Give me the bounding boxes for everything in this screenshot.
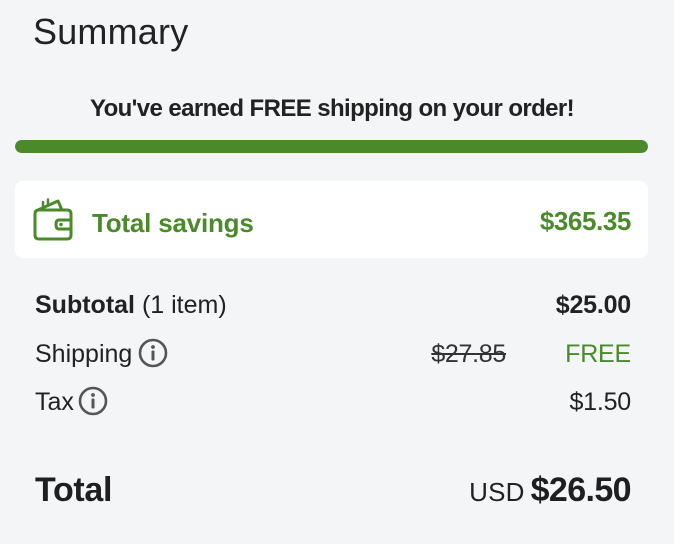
free-shipping-progress-fill [15,140,648,153]
free-shipping-message: You've earned FREE shipping on your orde… [89,95,575,122]
subtotal-row: Subtotal (1 item) $25.00 [35,287,631,323]
total-savings-label: Total savings [92,208,254,238]
summary-title: Summary [33,11,189,52]
shipping-info-icon[interactable] [138,338,168,368]
tax-info-icon[interactable] [78,386,108,416]
tax-label: Tax [35,388,74,416]
total-amount: USD $26.50 [469,468,632,519]
total-row: Total USD $26.50 [35,468,632,512]
total-savings-card: Total savings $365.35 [15,181,648,258]
free-shipping-progress-bar [15,140,648,153]
wallet-icon [32,198,74,242]
shipping-value: FREE [565,340,631,368]
total-label: Total [35,471,113,509]
shipping-row: Shipping $27.85 FREE [35,336,631,372]
subtotal-label-group: Subtotal (1 item) [35,287,227,323]
total-savings-value: $365.35 [539,206,632,236]
tax-label-group: Tax [35,384,108,420]
total-value: $26.50 [530,471,632,509]
subtotal-item-count: (1 item) [135,291,227,319]
tax-value: $1.50 [569,388,631,416]
shipping-label-group: Shipping [35,336,168,372]
subtotal-label: Subtotal [35,291,135,319]
tax-row: Tax $1.50 [35,384,631,420]
total-currency: USD [469,477,525,507]
shipping-label: Shipping [35,340,133,368]
shipping-original-price: $27.85 [431,340,506,368]
subtotal-value: $25.00 [555,291,631,319]
